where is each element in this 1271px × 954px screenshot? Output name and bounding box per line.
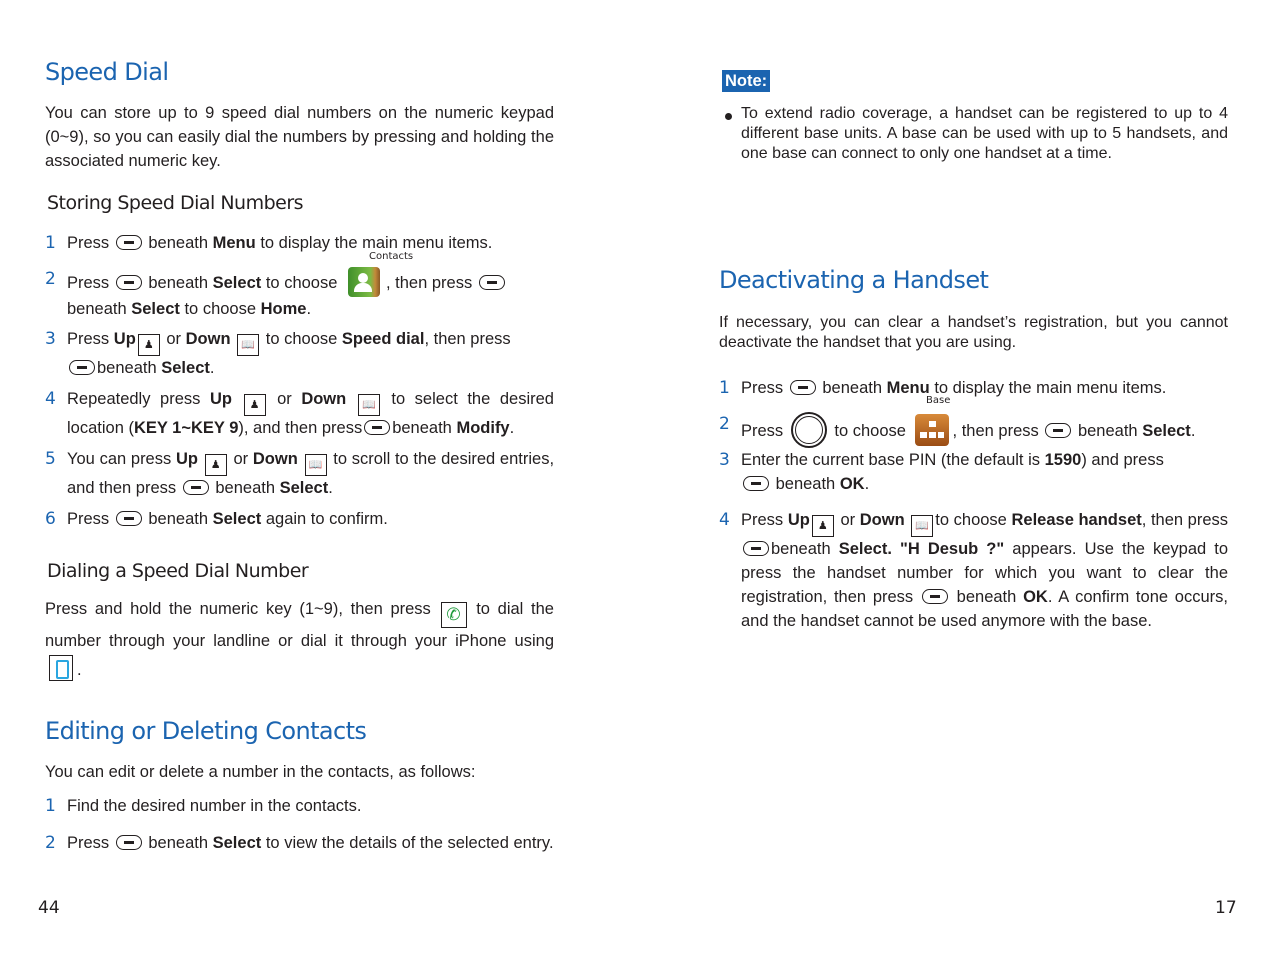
step-number: 5 <box>45 449 56 469</box>
bullet-icon <box>725 113 732 120</box>
storing-heading: Storing Speed Dial Numbers <box>47 192 304 214</box>
storing-step-4: 4 Repeatedly press Up ♟ or Down 📖 to sel… <box>45 389 554 437</box>
step-number: 6 <box>45 509 56 529</box>
deactivating-step-1: 1 Press beneath Menu to display the main… <box>719 378 1167 398</box>
right-page-number: 17 <box>1215 898 1237 918</box>
soft-key-icon <box>921 589 948 604</box>
step-number: 1 <box>45 233 56 253</box>
soft-key-icon <box>743 476 769 491</box>
soft-key-icon <box>115 835 142 850</box>
soft-key-icon <box>115 511 142 526</box>
deactivating-step-2: 2 Press to choose , then press beneath S… <box>719 412 1228 448</box>
deactivating-step-3: 3 Enter the current base PIN (the defaul… <box>719 450 1164 493</box>
contacts-icon-caption: Contacts <box>369 251 414 262</box>
step-number: 1 <box>45 796 56 816</box>
step-number: 2 <box>45 269 56 289</box>
deactivating-intro: If necessary, you can clear a handset’s … <box>719 314 1228 351</box>
soft-key-icon <box>743 541 769 556</box>
step-number: 3 <box>45 329 56 349</box>
soft-key-icon <box>789 380 816 395</box>
soft-key-icon <box>69 360 95 375</box>
down-key-icon: 📖 <box>304 454 327 476</box>
down-key-icon: 📖 <box>357 394 380 416</box>
iphone-call-icon <box>49 655 73 681</box>
soft-key-icon <box>115 275 142 290</box>
up-key-icon: ♟ <box>137 334 160 356</box>
up-key-icon: ♟ <box>243 394 266 416</box>
up-key-icon: ♟ <box>204 454 227 476</box>
soft-key-icon <box>364 420 391 435</box>
speed-dial-heading: Speed Dial <box>45 58 169 86</box>
down-key-icon: 📖 <box>911 515 934 537</box>
note-badge: Note: <box>722 70 771 92</box>
step-number: 2 <box>45 833 56 853</box>
left-page-number: 44 <box>38 898 60 918</box>
contacts-menu-icon <box>348 267 380 297</box>
dialing-heading: Dialing a Speed Dial Number <box>47 560 309 582</box>
editing-intro: You can edit or delete a number in the c… <box>45 763 476 781</box>
dialing-text: Press and hold the numeric key (1~9), th… <box>45 600 554 681</box>
down-key-icon: 📖 <box>237 334 260 356</box>
editing-step-1: 1 Find the desired number in the contact… <box>45 796 362 816</box>
base-icon-caption: Base <box>926 395 951 406</box>
step-number: 1 <box>719 378 730 398</box>
note-bullet: To extend radio coverage, a handset can … <box>719 104 1228 164</box>
navigation-key-icon <box>790 412 827 448</box>
soft-key-icon <box>115 235 142 250</box>
step-number: 3 <box>719 450 730 470</box>
storing-step-3: 3 Press Up ♟ or Down 📖 to choose Speed di… <box>45 329 511 377</box>
right-page: Note: To extend radio coverage, a handse… <box>719 0 1228 954</box>
storing-step-6: 6 Press beneath Select again to confirm. <box>45 509 388 529</box>
base-menu-icon <box>914 414 949 446</box>
storing-step-5: 5 You can press Up ♟ or Down 📖 to scroll… <box>45 449 555 497</box>
editing-heading: Editing or Deleting Contacts <box>45 717 367 745</box>
soft-key-icon <box>182 480 209 495</box>
soft-key-icon <box>1045 423 1072 438</box>
speed-dial-intro: You can store up to 9 speed dial numbers… <box>45 104 554 170</box>
deactivating-heading: Deactivating a Handset <box>719 266 989 294</box>
up-key-icon: ♟ <box>811 515 834 537</box>
landline-call-icon: ✆ <box>440 602 467 628</box>
step-number: 2 <box>719 414 730 434</box>
step-number: 4 <box>45 389 56 409</box>
soft-key-icon <box>478 275 505 290</box>
editing-step-2: 2 Press beneath Select to view the detai… <box>45 833 554 853</box>
step-number: 4 <box>719 510 730 530</box>
deactivating-step-4: 4 Press Up ♟ or Down 📖 to choose Release h… <box>719 510 1229 630</box>
storing-step-2: 2 Press beneath Select to choose , then … <box>45 267 554 321</box>
left-page: Speed Dial You can store up to 9 speed d… <box>45 0 554 954</box>
storing-step-1: 1 Press beneath Menu to display the main… <box>45 233 493 253</box>
